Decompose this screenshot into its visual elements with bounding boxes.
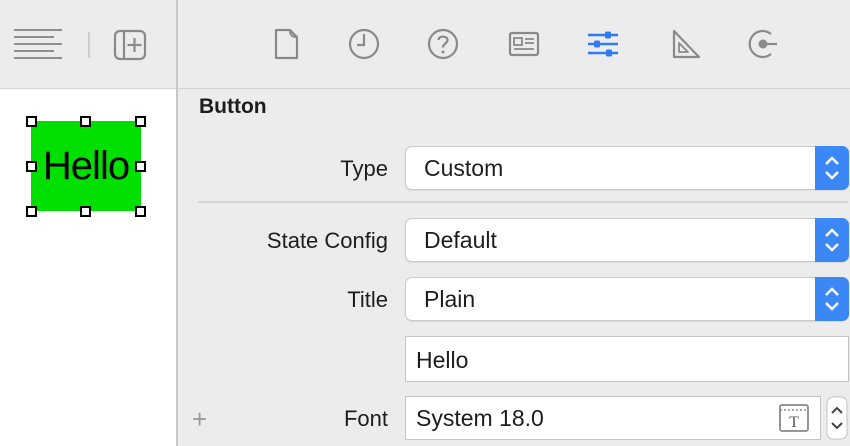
toolbar-divider bbox=[88, 32, 90, 58]
add-editor-icon[interactable] bbox=[111, 28, 151, 62]
type-popup[interactable]: Custom bbox=[405, 146, 849, 190]
resize-handle-top[interactable] bbox=[80, 116, 91, 127]
popup-stepper-icon bbox=[815, 146, 849, 190]
resize-handle-bottom-left[interactable] bbox=[26, 206, 37, 217]
font-value: System 18.0 bbox=[416, 405, 544, 431]
resize-handle-bottom-right[interactable] bbox=[135, 206, 146, 217]
font-size-stepper[interactable] bbox=[826, 396, 848, 440]
state-config-popup[interactable]: Default bbox=[405, 218, 849, 262]
title-text-value: Hello bbox=[416, 347, 469, 373]
resize-handle-top-right[interactable] bbox=[135, 116, 146, 127]
attributes-inspector-icon[interactable] bbox=[583, 24, 623, 64]
type-value: Custom bbox=[424, 155, 504, 181]
popup-stepper-icon bbox=[815, 277, 849, 321]
font-field[interactable]: System 18.0 T bbox=[405, 396, 821, 440]
state-config-label: State Config bbox=[266, 228, 388, 253]
connections-inspector-icon[interactable] bbox=[743, 24, 783, 64]
inspector-toolbar bbox=[178, 0, 850, 89]
canvas-panel: Hello bbox=[0, 0, 176, 446]
section-title: Button bbox=[199, 95, 267, 118]
font-label: Font bbox=[343, 406, 388, 431]
section-divider bbox=[198, 201, 848, 203]
file-inspector-icon[interactable] bbox=[266, 24, 306, 64]
font-picker-icon[interactable]: T bbox=[778, 403, 810, 433]
resize-handle-left[interactable] bbox=[26, 161, 37, 172]
attributes-inspector: Button Type Custom State Config Default … bbox=[178, 0, 850, 446]
state-config-value: Default bbox=[424, 227, 497, 253]
hello-button[interactable]: Hello bbox=[31, 121, 141, 211]
quick-help-icon[interactable] bbox=[423, 24, 463, 64]
resize-handle-bottom[interactable] bbox=[80, 206, 91, 217]
resize-handle-right[interactable] bbox=[135, 161, 146, 172]
title-text-field[interactable]: Hello bbox=[405, 336, 849, 382]
title-label: Title bbox=[347, 287, 388, 312]
canvas-toolbar bbox=[0, 0, 176, 89]
popup-stepper-icon bbox=[815, 218, 849, 262]
resize-handle-top-left[interactable] bbox=[26, 116, 37, 127]
title-value: Plain bbox=[424, 286, 476, 312]
add-variation-button[interactable]: + bbox=[192, 406, 207, 432]
svg-text:T: T bbox=[789, 414, 799, 431]
title-popup[interactable]: Plain bbox=[405, 277, 849, 321]
type-label: Type bbox=[340, 156, 388, 181]
identity-inspector-icon[interactable] bbox=[504, 24, 544, 64]
size-inspector-icon[interactable] bbox=[665, 24, 705, 64]
history-inspector-icon[interactable] bbox=[344, 24, 384, 64]
document-outline-icon[interactable] bbox=[14, 29, 62, 61]
